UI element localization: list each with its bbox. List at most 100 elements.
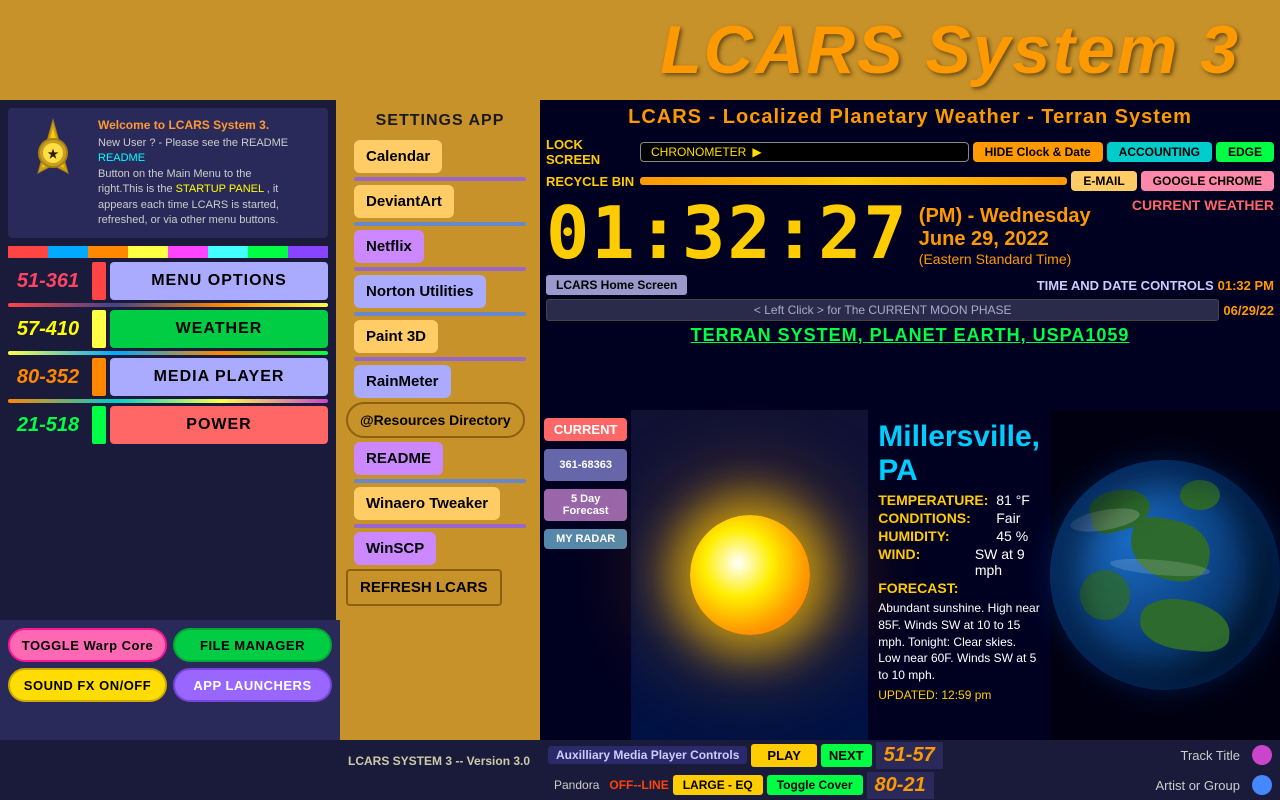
starfleet-logo-icon: ★ <box>18 118 88 188</box>
current-weather-panel: Millersville, PA TEMPERATURE: 81 °F COND… <box>868 410 1050 740</box>
city-name: Millersville, PA <box>878 420 1040 488</box>
main-area: LCARS - Localized Planetary Weather - Te… <box>540 100 1280 740</box>
segment-number[interactable]: 361-68363 <box>544 449 627 481</box>
media-player-button[interactable]: MEDIA PLAYER <box>110 358 328 396</box>
readme-button[interactable]: README <box>354 442 443 475</box>
edge-button[interactable]: EDGE <box>1216 142 1274 162</box>
rainmeter-button[interactable]: RainMeter <box>354 365 451 398</box>
app-launchers-button[interactable]: APP LAUNCHERS <box>173 668 332 702</box>
lock-screen-label: LOCK SCREEN <box>546 137 636 167</box>
artist-dot-icon[interactable] <box>1252 775 1272 795</box>
humidity-key: HUMIDITY: <box>878 528 988 544</box>
bottom-buttons-section: TOGGLE Warp Core FILE MANAGER SOUND FX O… <box>0 620 340 740</box>
bottom-bottom-row: Pandora OFF--LINE LARGE - EQ Toggle Cove… <box>540 770 1280 800</box>
app-title: LCARS System 3 <box>660 11 1240 89</box>
nav-strip-1 <box>92 262 106 300</box>
my-radar-button[interactable]: MY RADAR <box>544 529 627 549</box>
email-button[interactable]: E-MAIL <box>1071 171 1136 191</box>
current-button[interactable]: CURRENT <box>544 418 627 441</box>
clock-day: (PM) - Wednesday <box>919 205 1091 228</box>
chrono-arrow-icon: ▶ <box>752 145 761 159</box>
moon-phase-button[interactable]: < Left Click > for The CURRENT MOON PHAS… <box>546 299 1219 321</box>
bottom-bar: LCARS SYSTEM 3 -- Version 3.0 Auxilliary… <box>0 740 1280 800</box>
earth-area <box>1050 410 1280 740</box>
menu-options-button[interactable]: MENU OPTIONS <box>110 262 328 300</box>
forecast-key: FORECAST: <box>878 580 988 596</box>
netflix-button[interactable]: Netflix <box>354 230 424 263</box>
large-eq-button[interactable]: LARGE - EQ <box>673 775 763 795</box>
winaero-tweaker-button[interactable]: Winaero Tweaker <box>354 487 500 520</box>
conditions-key: CONDITIONS: <box>878 510 988 526</box>
next-button[interactable]: NEXT <box>821 744 872 767</box>
play-button[interactable]: PLAY <box>751 744 816 767</box>
clock-timezone: (Eastern Standard Time) <box>919 251 1091 267</box>
terran-bar: TERRAN SYSTEM, PLANET EARTH, USPA1059 <box>540 323 1280 348</box>
nav-row-weather: 57-410 WEATHER <box>8 310 328 348</box>
weather-subtitle: LCARS - Localized Planetary Weather - Te… <box>540 100 1280 135</box>
color-bar-3 <box>88 246 128 258</box>
nav-number-2: 57-410 <box>8 318 88 341</box>
power-button[interactable]: POWER <box>110 406 328 444</box>
track-numbers-bottom: 80-21 <box>867 772 934 799</box>
calendar-button[interactable]: Calendar <box>354 140 442 173</box>
clock-info: (PM) - Wednesday June 29, 2022 (Eastern … <box>919 197 1091 267</box>
nav-divider-5 <box>354 357 526 361</box>
pandora-label: Pandora <box>548 776 605 794</box>
file-manager-button[interactable]: FILE MANAGER <box>173 628 332 662</box>
resources-directory-button[interactable]: @Resources Directory <box>346 402 525 438</box>
version-label: LCARS SYSTEM 3 -- Version 3.0 <box>340 752 538 770</box>
color-bar-2 <box>48 246 88 258</box>
deviantart-button[interactable]: DeviantArt <box>354 185 454 218</box>
track-numbers-top: 51-57 <box>876 742 943 769</box>
accounting-button[interactable]: ACCOUNTING <box>1107 142 1212 162</box>
track-dot-icon[interactable] <box>1252 745 1272 765</box>
nav-divider-1 <box>354 177 526 181</box>
pandora-status: OFF--LINE <box>609 778 668 792</box>
weather-area: CURRENT 361-68363 5 Day Forecast MY RADA… <box>540 410 1280 740</box>
wind-row: WIND: SW at 9 mph <box>878 546 1040 578</box>
toggle-cover-button[interactable]: Toggle Cover <box>767 775 863 795</box>
moon-phase-bar: < Left Click > for The CURRENT MOON PHAS… <box>540 297 1280 323</box>
hide-clock-button[interactable]: HIDE Clock & Date <box>973 142 1103 162</box>
nav-divider-7 <box>354 524 526 528</box>
clock-section: 01:32:27 (PM) - Wednesday June 29, 2022 … <box>540 193 1280 273</box>
sun-area <box>631 410 868 740</box>
bottom-top-row: Auxilliary Media Player Controls PLAY NE… <box>540 740 1280 770</box>
current-weather-label: CURRENT WEATHER <box>1132 197 1274 213</box>
google-chrome-button[interactable]: GOOGLE CHROME <box>1141 171 1274 191</box>
home-screen-bar: LCARS Home Screen TIME AND DATE CONTROLS… <box>540 273 1280 297</box>
color-bars <box>8 246 328 258</box>
nav-strip-4 <box>92 406 106 444</box>
divider-3 <box>8 399 328 403</box>
nav-number-1: 51-361 <box>8 270 88 293</box>
wind-key: WIND: <box>878 546 967 578</box>
nav-divider-4 <box>354 312 526 316</box>
refresh-lcars-button[interactable]: REFRESH LCARS <box>346 569 502 606</box>
toggle-warp-core-button[interactable]: TOGGLE Warp Core <box>8 628 167 662</box>
five-day-forecast-button[interactable]: 5 Day Forecast <box>544 489 627 521</box>
sun-visual-icon <box>690 515 810 635</box>
nav-number-4: 21-518 <box>8 414 88 437</box>
color-bar-5 <box>168 246 208 258</box>
nav-divider-3 <box>354 267 526 271</box>
temperature-row: TEMPERATURE: 81 °F <box>878 492 1040 508</box>
home-screen-button[interactable]: LCARS Home Screen <box>546 275 687 295</box>
nav-row-media: 80-352 MEDIA PLAYER <box>8 358 328 396</box>
humidity-row: HUMIDITY: 45 % <box>878 528 1040 544</box>
nav-divider-6 <box>354 479 526 483</box>
paint-3d-button[interactable]: Paint 3D <box>354 320 438 353</box>
norton-utilities-button[interactable]: Norton Utilities <box>354 275 486 308</box>
recycle-bar <box>640 177 1067 185</box>
weather-button[interactable]: WEATHER <box>110 310 328 348</box>
wind-val: SW at 9 mph <box>975 546 1040 578</box>
conditions-val: Fair <box>996 510 1020 526</box>
color-bar-8 <box>288 246 328 258</box>
sound-fx-button[interactable]: SOUND FX ON/OFF <box>8 668 167 702</box>
controls-row-1: LOCK SCREEN CHRONOMETER ▶ HIDE Clock & D… <box>540 135 1280 169</box>
track-title-label: Track Title <box>947 748 1248 763</box>
chronometer-label: CHRONOMETER <box>651 145 746 159</box>
updated-text: UPDATED: 12:59 pm <box>878 688 1040 702</box>
humidity-val: 45 % <box>996 528 1028 544</box>
winscp-button[interactable]: WinSCP <box>354 532 436 565</box>
clock-date: June 29, 2022 <box>919 228 1091 251</box>
